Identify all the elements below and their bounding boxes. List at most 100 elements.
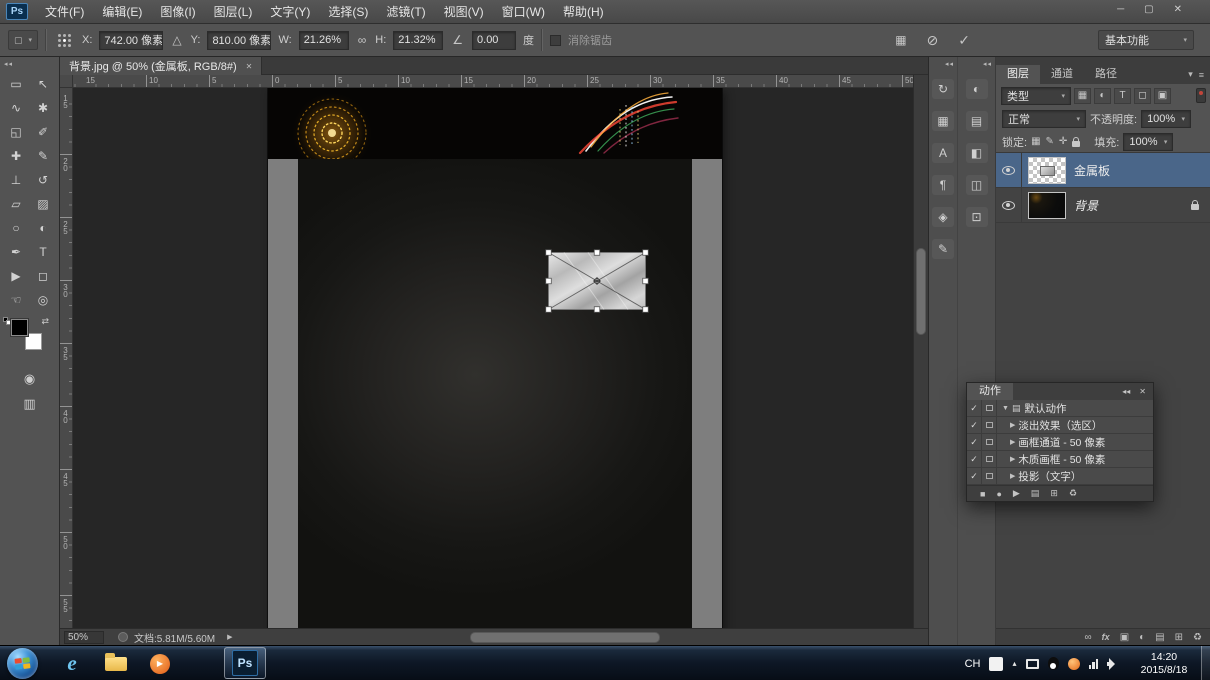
delete-action-icon[interactable]: ♻ [1069,488,1077,499]
close-button[interactable]: ✕ [1174,0,1182,20]
lock-transparency-icon[interactable]: ▦ [1031,136,1040,147]
transform-bounding-box[interactable] [542,246,652,316]
tool-eyedropper[interactable]: ✐ [30,120,57,143]
tool-healing-brush[interactable]: ✚ [3,144,30,167]
action-label[interactable]: 淡出效果（选区） [1018,418,1102,433]
maximize-button[interactable]: ▢ [1144,0,1153,20]
filter-shape-icon[interactable]: ◻ [1134,87,1151,104]
tool-zoom[interactable]: ◎ [30,288,57,311]
cancel-transform-button[interactable]: ⊘ [925,32,941,49]
blend-mode-select[interactable]: 正常 ▾ [1002,110,1086,128]
menu-view[interactable]: 视图(V) [435,0,493,24]
layer-row-metal-plate[interactable]: 金属板 [996,153,1210,188]
workspace-switcher[interactable]: 基本功能 ▾ [1098,30,1194,50]
action-label[interactable]: 投影（文字） [1018,469,1081,484]
tool-clone-stamp[interactable]: ⊥ [3,168,30,191]
layer-thumbnail[interactable] [1028,191,1066,219]
filter-adjustment-icon[interactable]: ◐ [1094,87,1111,104]
action-check-icon[interactable]: ✓ [967,400,982,416]
minimize-button[interactable]: ─ [1117,0,1124,20]
ime-icon[interactable] [989,656,1004,671]
new-layer-icon[interactable]: ⊞ [1175,632,1183,643]
action-check-icon[interactable]: ✓ [967,451,982,467]
reference-point-locator[interactable] [58,33,71,47]
document-canvas[interactable] [268,88,722,628]
eye-icon[interactable] [1002,165,1015,175]
tool-dodge[interactable]: ◐ [30,216,57,239]
y-input[interactable]: 810.00 像素 [207,30,272,50]
opacity-select[interactable]: 100% ▾ [1141,110,1192,128]
dialog-toggle-icon[interactable] [982,468,997,484]
new-action-icon[interactable]: ⊞ [1050,488,1058,499]
expand-arrow-icon[interactable]: ▶ [1010,421,1015,429]
action-label[interactable]: 木质画框 - 50 像素 [1018,452,1105,467]
dialog-toggle-icon[interactable] [982,434,997,450]
taskbar-clock[interactable]: 14:20 2015/8/18 [1131,651,1197,677]
properties-panel-icon[interactable]: ◫ [965,175,988,195]
antialias-checkbox[interactable] [550,34,562,46]
action-check-icon[interactable]: ✓ [967,468,982,484]
tool-blur[interactable]: ○ [3,216,30,239]
tool-move[interactable]: ↖ [30,72,57,95]
internet-explorer-button[interactable]: e [54,649,90,679]
menu-window[interactable]: 窗口(W) [493,0,554,24]
record-icon[interactable]: ● [996,489,1001,499]
adjustments-panel-icon[interactable]: ◐ [965,79,988,99]
dialog-toggle-icon[interactable] [982,451,997,467]
vertical-scroll-thumb[interactable] [916,248,926,335]
show-desktop-button[interactable] [1201,646,1210,680]
quick-mask-button[interactable]: ◉ [24,371,35,387]
qq-tray-icon[interactable] [1047,657,1059,670]
action-row[interactable]: ✓ ▶ 画框通道 - 50 像素 [967,434,1153,451]
language-indicator[interactable]: CH [965,658,981,670]
tool-crop[interactable]: ◱ [3,120,30,143]
new-set-icon[interactable]: ▤ [1031,488,1040,499]
stop-icon[interactable]: ■ [980,489,985,499]
fill-select[interactable]: 100% ▾ [1123,132,1174,151]
filter-type-icon[interactable]: T [1114,87,1131,104]
filter-type-select[interactable]: 类型 ▾ [1001,86,1071,105]
volume-icon[interactable] [1107,657,1120,670]
tool-rect-marquee[interactable]: ▭ [3,72,30,95]
expand-panels-button[interactable]: ◂◂ [958,57,995,71]
menu-layer[interactable]: 图层(L) [205,0,262,24]
action-set-row[interactable]: ✓ ▼ ▤ 默认动作 [967,400,1153,417]
menu-select[interactable]: 选择(S) [319,0,377,24]
relative-position-button[interactable]: △ [170,33,183,47]
network-icon[interactable] [1088,658,1098,669]
layer-thumbnail[interactable] [1028,156,1066,184]
hidden-icons-arrow[interactable]: ▴ [1012,659,1016,668]
tool-lasso[interactable]: ∿ [3,96,30,119]
panel-menu-icon[interactable]: ≡ [1199,70,1204,80]
width-input[interactable]: 21.26% [298,30,349,50]
status-flyout-icon[interactable]: ▶ [227,633,232,641]
new-adjustment-icon[interactable]: ◐ [1139,632,1145,643]
link-layers-icon[interactable]: ∞ [1085,632,1092,643]
swatches-panel-icon[interactable]: ▦ [932,111,954,131]
play-icon[interactable]: ▶ [1013,488,1020,499]
dialog-toggle-icon[interactable] [982,400,997,416]
monitor-tray-icon[interactable] [1025,658,1039,669]
visibility-cell[interactable] [996,153,1022,187]
actions-tab[interactable]: 动作 [967,383,1013,400]
expand-arrow-icon[interactable]: ▼ [1002,405,1009,412]
brush-panel-icon[interactable]: ✎ [932,239,954,259]
action-row[interactable]: ✓ ▶ 投影（文字） [967,468,1153,485]
layer-name[interactable]: 金属板 [1074,162,1110,179]
paragraph-panel-icon[interactable]: ¶ [932,175,954,195]
layer-row-background[interactable]: 背景 [996,188,1210,223]
tool-preset-picker[interactable]: ▢ ▾ [8,30,38,50]
tab-layers[interactable]: 图层 [996,65,1040,84]
expand-arrow-icon[interactable]: ▶ [1010,455,1015,463]
canvas-area[interactable] [73,88,913,628]
tool-quick-select[interactable]: ✱ [30,96,57,119]
info-panel-icon[interactable]: ◈ [932,207,954,227]
explorer-button[interactable] [98,649,134,679]
delete-layer-icon[interactable]: ♻ [1193,632,1202,643]
lock-position-icon[interactable]: ✛ [1059,136,1067,147]
zoom-level-input[interactable]: 50% [64,630,104,644]
tool-pen[interactable]: ✒ [3,240,30,263]
action-check-icon[interactable]: ✓ [967,434,982,450]
tab-paths[interactable]: 路径 [1084,65,1128,84]
filter-pixel-icon[interactable]: ▦ [1074,87,1091,104]
